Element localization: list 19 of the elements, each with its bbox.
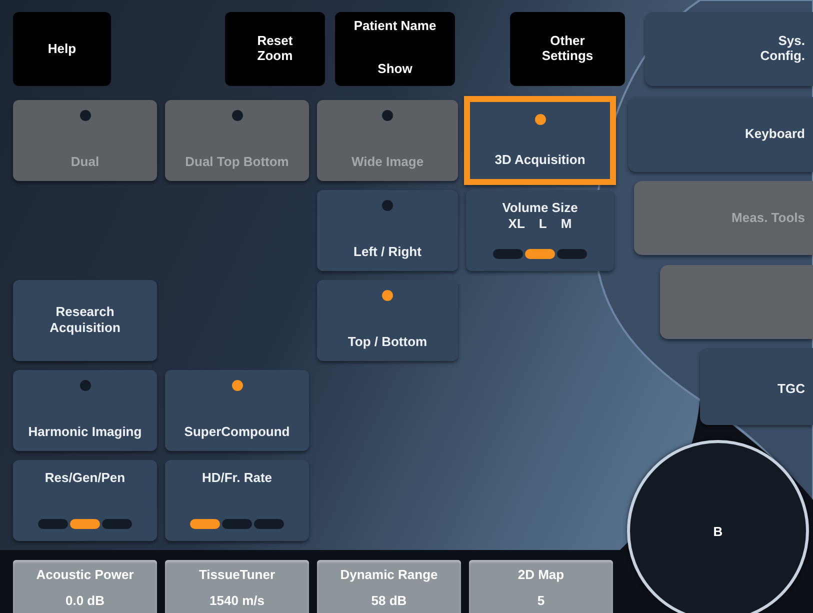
toolbar-button[interactable]: Help — [13, 12, 111, 86]
mode-button[interactable]: Top / Bottom — [317, 280, 458, 361]
mode-button[interactable]: Left / Right — [317, 190, 458, 271]
side-button[interactable]: Sys. Config. — [645, 12, 813, 86]
mode-button[interactable]: 3D Acquisition — [464, 96, 616, 185]
selector-button[interactable]: HD/Fr. Rate — [165, 460, 309, 541]
mode-button[interactable]: Harmonic Imaging — [13, 370, 157, 451]
mode-button[interactable]: Research Acquisition — [13, 280, 157, 361]
mode-button[interactable]: SuperCompound — [165, 370, 309, 451]
option-label: L — [538, 216, 547, 231]
option-label: XL — [508, 216, 525, 231]
option-label: M — [560, 216, 572, 231]
toolbar-button[interactable]: Reset Zoom — [225, 12, 325, 86]
selector-button[interactable]: Volume Size XL L M — [466, 190, 614, 271]
side-button[interactable]: TGC — [700, 348, 813, 425]
toolbar-button[interactable]: Other Settings — [510, 12, 625, 86]
toolbar-button[interactable]: Patient Name Show — [335, 12, 455, 86]
side-button[interactable]: Keyboard — [628, 97, 813, 172]
selector-button[interactable]: Res/Gen/Pen — [13, 460, 157, 541]
